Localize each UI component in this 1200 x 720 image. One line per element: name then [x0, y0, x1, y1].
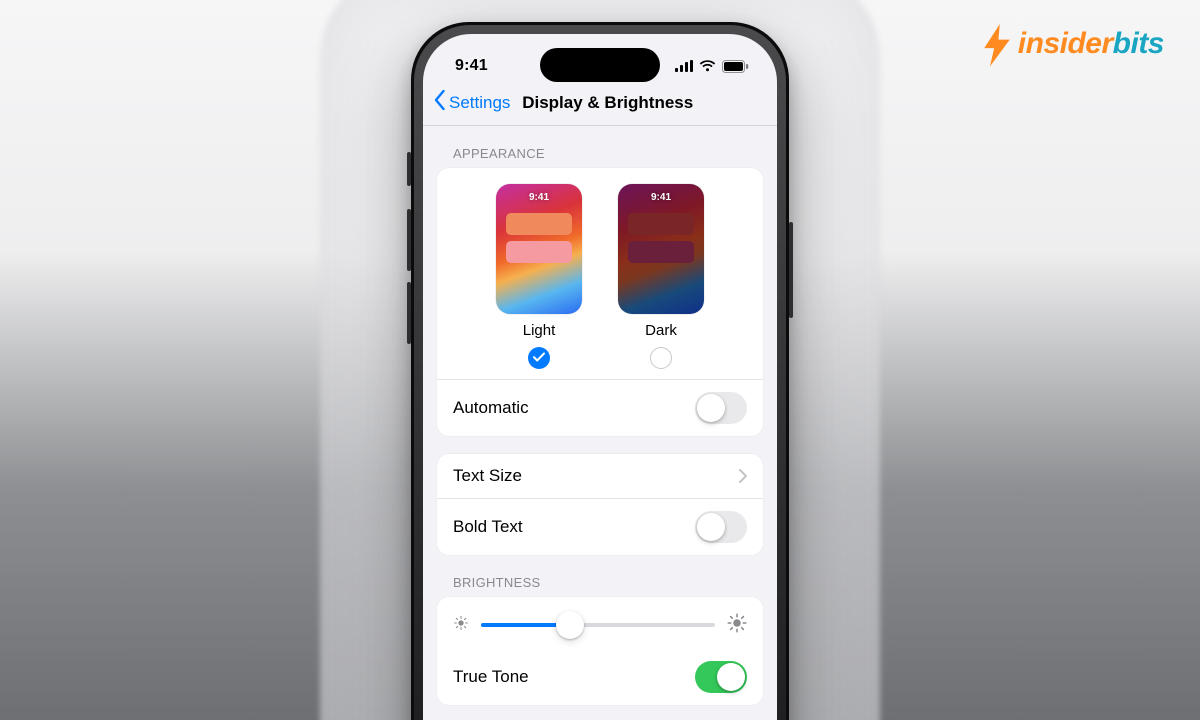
- appearance-previews: 9:41 Light 9:: [437, 168, 763, 379]
- iphone-screen: 9:41 Settings: [423, 34, 777, 720]
- light-preview-time: 9:41: [496, 184, 582, 203]
- light-preview: 9:41: [496, 184, 582, 314]
- dark-preview: 9:41: [618, 184, 704, 314]
- image-stage: insiderbits 9:41: [0, 0, 1200, 720]
- true-tone-toggle[interactable]: [695, 661, 747, 693]
- text-size-row[interactable]: Text Size: [437, 454, 763, 498]
- insiderbits-watermark: insiderbits: [980, 24, 1164, 64]
- dark-preview-time: 9:41: [618, 184, 704, 203]
- sun-max-icon: [727, 613, 747, 638]
- volume-up-button: [407, 209, 411, 271]
- brightness-section-header: BRIGHTNESS: [437, 555, 763, 597]
- true-tone-label: True Tone: [453, 667, 529, 687]
- dynamic-island: [540, 48, 660, 82]
- bold-text-label: Bold Text: [453, 517, 523, 537]
- watermark-text-1: insider: [1018, 27, 1113, 61]
- dark-label: Dark: [645, 322, 677, 339]
- nav-bar: Settings Display & Brightness: [423, 88, 777, 126]
- settings-content[interactable]: APPEARANCE 9:41 Light: [423, 126, 777, 720]
- lightning-bolt-icon: [980, 24, 1014, 64]
- appearance-card: 9:41 Light 9:: [437, 168, 763, 436]
- appearance-section-header: APPEARANCE: [437, 126, 763, 168]
- slider-thumb[interactable]: [556, 611, 584, 639]
- bold-text-row: Bold Text: [437, 498, 763, 555]
- automatic-row: Automatic: [437, 379, 763, 436]
- watermark-text-2: bits: [1113, 27, 1164, 61]
- dark-radio-unselected[interactable]: [650, 347, 672, 369]
- appearance-option-dark[interactable]: 9:41 Dark: [618, 184, 704, 369]
- brightness-card: True Tone: [437, 597, 763, 705]
- battery-icon: [722, 60, 749, 73]
- wifi-icon: [699, 60, 716, 72]
- iphone-frame: 9:41 Settings: [411, 22, 789, 720]
- automatic-label: Automatic: [453, 398, 529, 418]
- side-button: [789, 222, 793, 318]
- brightness-slider-row: [437, 597, 763, 649]
- checkmark-icon: [533, 349, 545, 367]
- chevron-right-icon: [739, 469, 747, 483]
- brightness-slider[interactable]: [481, 611, 715, 639]
- dark-preview-widgets: [628, 213, 694, 263]
- status-icons: [675, 60, 749, 73]
- light-preview-widgets: [506, 213, 572, 263]
- automatic-toggle[interactable]: [695, 392, 747, 424]
- light-label: Light: [523, 322, 556, 339]
- true-tone-row: True Tone: [437, 649, 763, 705]
- bold-text-toggle[interactable]: [695, 511, 747, 543]
- chevron-left-icon: [433, 90, 447, 115]
- sun-min-icon: [453, 615, 469, 636]
- appearance-option-light[interactable]: 9:41 Light: [496, 184, 582, 369]
- text-card: Text Size Bold Text: [437, 454, 763, 555]
- volume-down-button: [407, 282, 411, 344]
- cellular-signal-icon: [675, 60, 693, 72]
- mute-switch: [407, 152, 411, 186]
- text-size-label: Text Size: [453, 466, 522, 486]
- light-radio-selected[interactable]: [528, 347, 550, 369]
- status-time: 9:41: [455, 57, 488, 75]
- page-title: Display & Brightness: [450, 93, 765, 113]
